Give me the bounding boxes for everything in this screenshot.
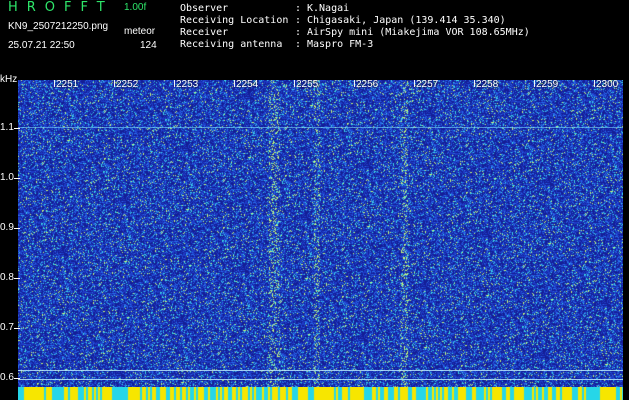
x-tick-label: 2254: [236, 79, 259, 90]
location-label: Receiving Location: [180, 15, 289, 26]
x-tick: [174, 80, 175, 87]
antenna-separator: :: [295, 39, 302, 50]
y-tick-label: 0.7: [0, 322, 14, 333]
carrier-line-top: [18, 127, 623, 128]
y-tick: [14, 278, 20, 279]
observer-separator: :: [295, 3, 302, 14]
x-tick-label: 2256: [356, 79, 379, 90]
x-tick-label: 2255: [296, 79, 319, 90]
app-version: 1.00f: [124, 2, 147, 13]
header-panel: HROFFT 1.00f KN9_2507212250.png meteor 2…: [0, 0, 629, 80]
y-tick: [14, 128, 20, 129]
level-bar-canvas: [18, 387, 623, 400]
y-tick-label: 0.6: [0, 372, 14, 383]
file-name: KN9_2507212250.png: [8, 21, 109, 32]
location-separator: :: [295, 15, 302, 26]
x-tick-label: 2253: [176, 79, 199, 90]
x-tick-label: 2251: [56, 79, 79, 90]
y-tick-label: 1.0: [0, 172, 14, 183]
y-tick: [14, 228, 20, 229]
x-tick: [594, 80, 595, 87]
y-tick-label: 0.9: [0, 222, 14, 233]
carrier-line-bottom: [18, 379, 623, 380]
location-value: Chigasaki, Japan (139.414 35.340): [307, 15, 506, 26]
level-bar: [18, 387, 623, 400]
y-axis-unit: kHz: [0, 74, 18, 85]
x-tick: [354, 80, 355, 87]
app-title: HROFFT: [8, 0, 114, 15]
receiver-value: AirSpy mini (Miakejima VOR 108.65MHz): [307, 27, 530, 38]
y-tick-label: 0.8: [0, 272, 14, 283]
receiver-label: Receiver: [180, 27, 229, 38]
x-tick-label: 2259: [536, 79, 559, 90]
detection-count: 124: [140, 40, 157, 51]
observer-value: K.Nagai: [307, 3, 350, 14]
observer-label: Observer: [180, 3, 229, 14]
y-tick: [14, 328, 20, 329]
antenna-value: Maspro FM-3: [307, 39, 374, 50]
carrier-line-lower: [18, 370, 623, 371]
spectrogram-waterfall: [18, 80, 623, 393]
timestamp: 25.07.21 22:50: [8, 40, 75, 51]
y-tick-label: 1.1: [0, 122, 14, 133]
x-tick: [414, 80, 415, 87]
antenna-label: Receiving antenna: [180, 39, 283, 50]
x-tick: [54, 80, 55, 87]
y-tick: [14, 378, 20, 379]
x-tick-label: 2257: [416, 79, 439, 90]
x-tick-label: 2300: [596, 79, 619, 90]
y-tick: [14, 178, 20, 179]
x-tick-label: 2252: [116, 79, 139, 90]
x-tick: [234, 80, 235, 87]
x-tick-label: 2258: [476, 79, 499, 90]
x-tick: [474, 80, 475, 87]
receiver-separator: :: [295, 27, 302, 38]
x-tick: [534, 80, 535, 87]
x-tick: [114, 80, 115, 87]
mode-label: meteor: [124, 26, 156, 37]
x-tick: [294, 80, 295, 87]
